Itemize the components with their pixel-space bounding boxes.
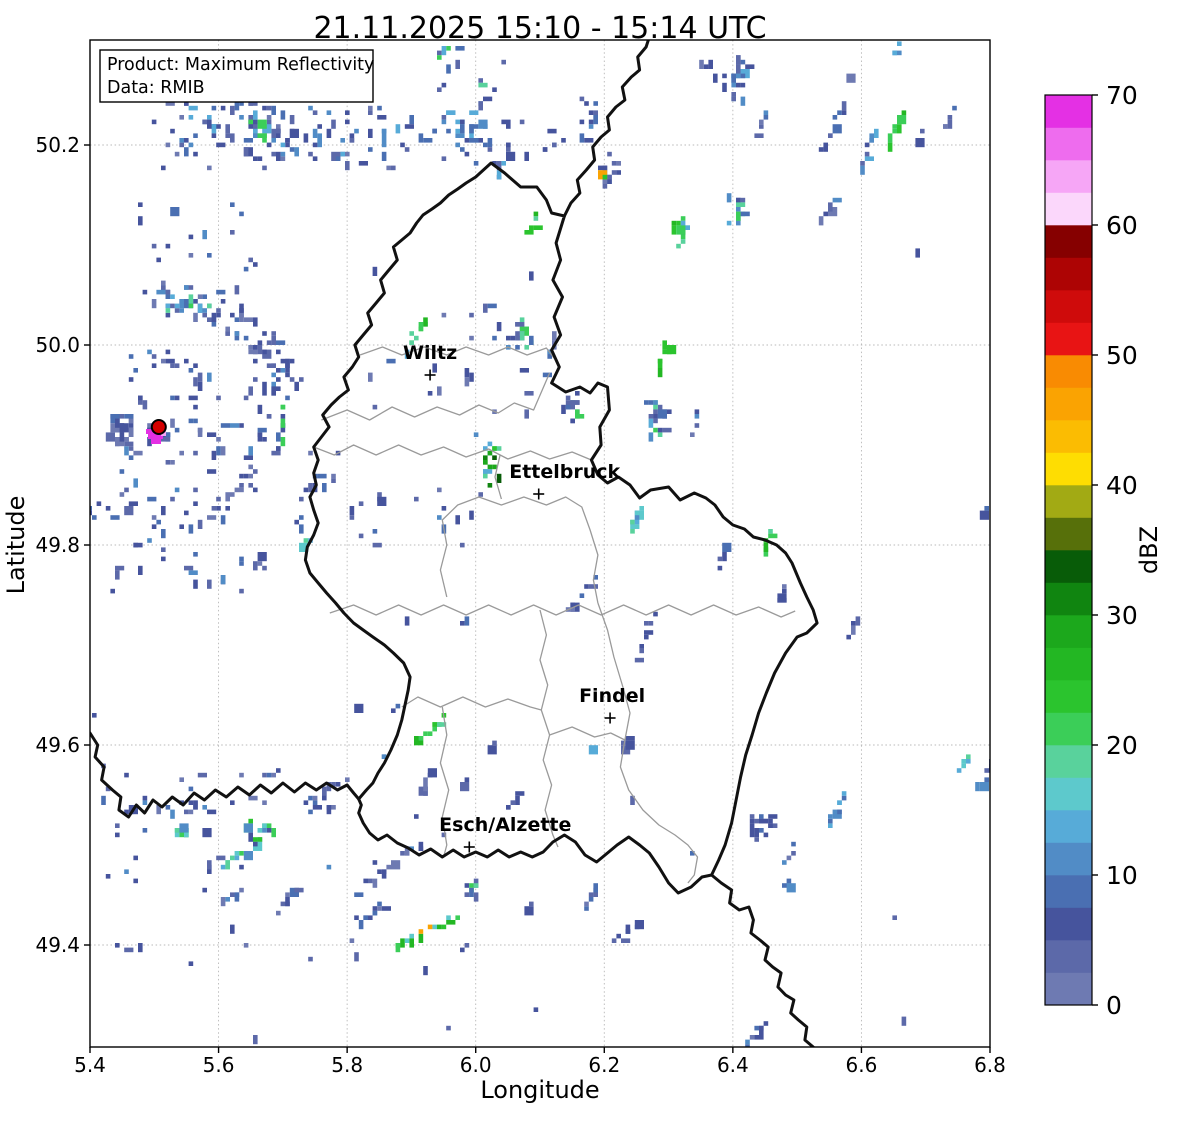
product-info-box: Product: Maximum Reflectivity Data: RMIB <box>99 49 374 103</box>
colorbar-tick-label: 10 <box>1106 861 1138 890</box>
colorbar-tick-label: 50 <box>1106 341 1138 370</box>
colorbar-band <box>1045 127 1092 161</box>
colorbar-band <box>1045 160 1092 193</box>
colorbar-tick-label: 40 <box>1106 471 1138 500</box>
plot-axes: 5.4 5.6 5.8 6.0 6.2 6.4 6.6 6.8 49.4 49.6 49.8 50.0… <box>35 39 1006 1077</box>
colorbar-band <box>1045 192 1092 226</box>
axes-and-colorbar: WiltzEttelbruckFindelEsch/Alzette5.4 5.6 5… <box>35 39 1138 1077</box>
colorbar-band <box>1045 550 1092 583</box>
colorbar-band <box>1045 355 1092 388</box>
x-tick-label: 6.8 <box>974 1053 1006 1077</box>
belgium-germany-border <box>562 40 650 218</box>
city-label: Findel <box>579 685 645 707</box>
y-tick-label: 50.2 <box>35 133 80 157</box>
city-ettelbruck: Ettelbruck <box>509 461 621 500</box>
colorbar-band <box>1045 842 1092 876</box>
colorbar-band <box>1045 485 1092 518</box>
colorbar-band <box>1045 680 1092 713</box>
colorbar-band <box>1045 420 1092 453</box>
colorbar-band <box>1045 582 1092 616</box>
radar-map-figure: 21.11.2025 15:10 - 15:14 UTC Product: Ma… <box>0 0 1179 1117</box>
colorbar-band <box>1045 322 1092 356</box>
colorbar-band <box>1045 907 1092 941</box>
colorbar-tick-label: 30 <box>1106 601 1138 630</box>
y-tick-label: 49.6 <box>35 733 80 757</box>
luxembourg-border <box>303 161 819 895</box>
city-esch-alzette: Esch/Alzette <box>439 814 571 853</box>
colorbar-band <box>1045 875 1092 908</box>
y-tick-label: 50.0 <box>35 333 80 357</box>
colorbar-band <box>1045 647 1092 681</box>
figure-title: 21.11.2025 15:10 - 15:14 UTC <box>313 11 766 46</box>
colorbar-tick-label: 60 <box>1106 211 1138 240</box>
x-tick-label: 6.2 <box>588 1053 620 1077</box>
colorbar-band <box>1045 257 1092 291</box>
colorbar-band <box>1045 387 1092 421</box>
colorbar-band <box>1045 940 1092 973</box>
colorbar-tick-label: 70 <box>1106 81 1138 110</box>
city-wiltz: Wiltz <box>403 342 457 381</box>
map-layers <box>89 40 991 1047</box>
city-markers: Wiltz Ettelbruck Findel Esch/Alzette <box>403 342 645 853</box>
x-tick-label: 6.6 <box>846 1053 878 1077</box>
radar-site-dot <box>150 419 167 435</box>
radar-echo-cells <box>90 41 990 1047</box>
colorbar-band <box>1045 95 1092 128</box>
city-label: Esch/Alzette <box>439 814 571 836</box>
colorbar-band <box>1045 225 1092 258</box>
colorbar-band <box>1045 517 1092 551</box>
y-tick-label: 49.4 <box>35 933 80 957</box>
france-germany-border <box>710 873 815 1047</box>
colorbar: 0 10 20 30 40 50 60 70 <box>1044 81 1138 1020</box>
x-tick-label: 6.0 <box>460 1053 492 1077</box>
data-source-line: Data: RMIB <box>107 78 205 98</box>
colorbar-band <box>1045 615 1092 648</box>
y-tick-label: 49.8 <box>35 533 80 557</box>
radar-map-canvas: 21.11.2025 15:10 - 15:14 UTC Product: Ma… <box>2 11 1163 1104</box>
colorbar-band <box>1045 810 1092 843</box>
canton-borders <box>313 346 796 884</box>
y-axis-label: Latitude <box>2 496 30 595</box>
colorbar-band <box>1045 972 1092 1006</box>
colorbar-band <box>1045 452 1092 486</box>
colorbar-tick-label: 20 <box>1106 731 1138 760</box>
x-tick-label: 6.4 <box>717 1053 749 1077</box>
x-tick-label: 5.4 <box>74 1053 106 1077</box>
x-axis-label: Longitude <box>480 1076 599 1104</box>
colorbar-band <box>1045 745 1092 778</box>
city-label: Ettelbruck <box>509 461 620 483</box>
colorbar-band <box>1045 712 1092 746</box>
product-line: Product: Maximum Reflectivity <box>107 55 374 75</box>
colorbar-tick-label: 0 <box>1106 991 1122 1020</box>
city-findel: Findel <box>579 685 645 724</box>
x-tick-label: 5.8 <box>331 1053 363 1077</box>
colorbar-band <box>1045 777 1092 811</box>
x-axis-ticks: 5.4 5.6 5.8 6.0 6.2 6.4 6.6 6.8 <box>74 1047 1006 1077</box>
colorbar-label: dBZ <box>1135 526 1163 574</box>
x-tick-label: 5.6 <box>203 1053 235 1077</box>
country-borders <box>90 40 819 1047</box>
y-axis-ticks: 49.4 49.6 49.8 50.0 50.2 <box>35 133 90 957</box>
belgium-france-border <box>90 731 361 819</box>
city-label: Wiltz <box>403 342 457 364</box>
colorbar-band <box>1045 290 1092 323</box>
